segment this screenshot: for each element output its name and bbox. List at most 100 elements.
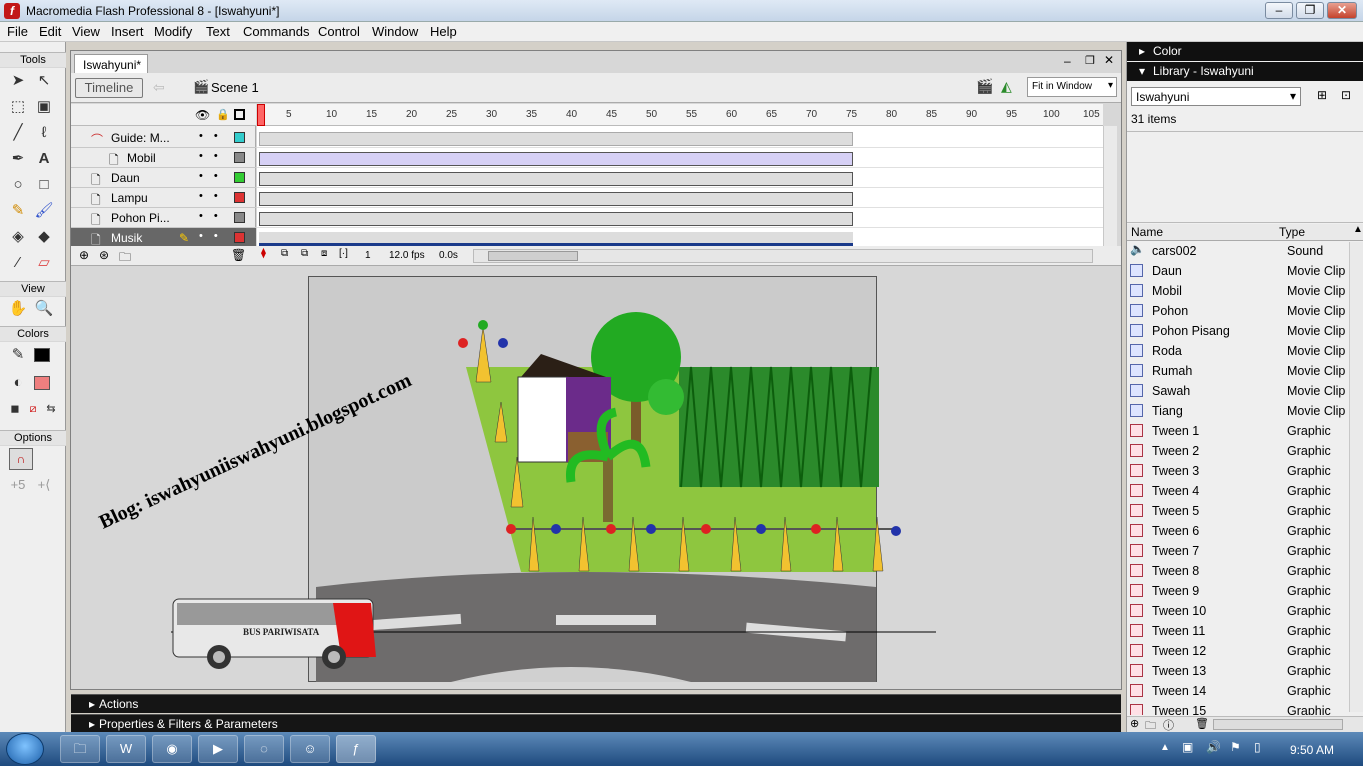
timeline-frames[interactable]: 5 10 15 20 25 30 35 40 45 50 55 60 65 70… [257,104,1103,248]
eyedropper-icon[interactable]: ⁄ [7,252,29,274]
list-item[interactable]: Tween 14 Graphic [1127,681,1349,701]
layer-color-swatch[interactable] [234,172,245,183]
frame-row[interactable] [257,168,1103,188]
scene-label[interactable]: Scene 1 [211,80,259,95]
eraser-icon[interactable]: ▱ [33,252,55,274]
column-type[interactable]: Type [1279,225,1305,239]
timeline-toggle-button[interactable]: Timeline [75,78,143,98]
timeline-hscrollbar[interactable] [473,249,1093,263]
properties-icon[interactable]: ⓘ [1163,717,1174,733]
stroke-color-swatch[interactable] [34,348,50,362]
text-tool-icon[interactable]: A [33,148,55,170]
start-button[interactable] [6,733,44,765]
chrome-icon[interactable]: ◉ [152,735,192,763]
frame-row[interactable] [257,128,1103,148]
doc-minimize-icon[interactable]: – [1064,54,1071,68]
fill-transform-icon[interactable]: ▣ [33,96,55,118]
frame-row[interactable] [257,148,1103,168]
minimize-button[interactable]: – [1265,2,1293,19]
list-item[interactable]: Daun Movie Clip [1127,261,1349,281]
stroke-color-icon[interactable]: ✎ [7,344,29,366]
action-center-icon[interactable]: ⚑ [1230,740,1241,754]
list-item[interactable]: Pohon Pisang Movie Clip [1127,321,1349,341]
list-item[interactable]: Mobil Movie Clip [1127,281,1349,301]
list-item[interactable]: Tween 4 Graphic [1127,481,1349,501]
brush-tool-icon[interactable]: 🖌 [33,200,55,222]
menu-file[interactable]: File [7,24,28,39]
pencil-tool-icon[interactable]: ✎ [7,200,29,222]
frame-rate[interactable]: 12.0 fps [389,250,425,261]
fill-color-swatch[interactable] [34,376,50,390]
add-layer-icon[interactable]: ⊕ [79,248,89,262]
menu-edit[interactable]: Edit [39,24,61,39]
color-panel-header[interactable]: ▸ Color [1127,42,1363,61]
document-tab[interactable]: Iswahyuni* [74,54,148,73]
list-item[interactable]: Sawah Movie Clip [1127,381,1349,401]
list-item[interactable]: Tween 15 Graphic [1127,701,1349,715]
outline-icon[interactable] [234,109,245,120]
list-item[interactable]: Tween 3 Graphic [1127,461,1349,481]
app-icon[interactable]: ◌ [244,735,284,763]
edit-symbols-icon[interactable]: ◭ [1001,78,1012,95]
edit-multiple-icon[interactable]: ⧈ [321,248,327,259]
menu-help[interactable]: Help [430,24,457,39]
free-transform-icon[interactable]: ⬚ [7,96,29,118]
trash-icon[interactable]: 🗑 [231,248,246,262]
actions-panel-bar[interactable]: ▸ Actions [71,694,1121,713]
swap-colors-icon[interactable]: ⇆ [40,398,62,420]
library-select[interactable]: Iswahyuni ▾ [1131,87,1301,106]
clock[interactable]: 9:50 AM [1290,743,1334,757]
list-item[interactable]: Tween 5 Graphic [1127,501,1349,521]
battery-icon[interactable]: ▯ [1254,740,1261,754]
layer-guide[interactable]: ⌒ Guide: M... •• [71,128,256,148]
frame-row[interactable] [257,188,1103,208]
selection-tool-icon[interactable]: ➤ [7,70,29,92]
sort-icon[interactable]: ▲ [1353,224,1363,235]
show-hidden-icons[interactable]: ▲ [1160,742,1170,753]
add-folder-icon[interactable]: 🗀 [119,248,131,269]
list-item[interactable]: Tween 2 Graphic [1127,441,1349,461]
layer-color-swatch[interactable] [234,152,245,163]
layer-musik[interactable]: 🗋 Musik ✎ •• [71,228,256,248]
menu-text[interactable]: Text [206,24,230,39]
flash-taskbar-icon[interactable]: ƒ [336,735,376,763]
ink-bottle-icon[interactable]: ◈ [7,226,29,248]
hand-tool-icon[interactable]: ✋ [7,298,29,320]
list-item[interactable]: Tween 8 Graphic [1127,561,1349,581]
close-button[interactable]: ✕ [1327,2,1357,19]
frame-row-audio[interactable] [257,228,1103,248]
delete-icon[interactable]: 🗑 [1195,717,1209,730]
list-item[interactable]: Tween 10 Graphic [1127,601,1349,621]
fill-color-icon[interactable]: ◐ [7,372,29,394]
onion-outline-icon[interactable]: ⧉ [301,248,308,259]
add-guide-icon[interactable]: ⊛ [99,248,109,262]
line-tool-icon[interactable]: ╱ [7,122,29,144]
snap-magnet-icon[interactable]: ∩ [9,448,33,470]
rectangle-tool-icon[interactable]: □ [33,174,55,196]
frame-row[interactable] [257,208,1103,228]
list-item[interactable]: Tween 9 Graphic [1127,581,1349,601]
word-icon[interactable]: W [106,735,146,763]
onion-skin-icon[interactable]: ⧉ [281,248,288,259]
lock-icon[interactable]: 🔒 [216,108,230,121]
library-scrollbar[interactable] [1349,242,1363,712]
properties-panel-bar[interactable]: ▸ Properties & Filters & Parameters [71,714,1121,733]
media-player-icon[interactable]: ▶ [198,735,238,763]
explorer-icon[interactable]: 🗀 [60,735,100,763]
list-item[interactable]: Tween 12 Graphic [1127,641,1349,661]
layer-color-swatch[interactable] [234,212,245,223]
zoom-tool-icon[interactable]: 🔍 [33,298,55,320]
center-frame-icon[interactable]: ⧫ [261,248,266,259]
lasso-tool-icon[interactable]: ℓ [33,122,55,144]
onion-markers-icon[interactable]: [·] [339,248,348,259]
new-library-icon[interactable]: ⊡ [1341,88,1351,102]
eye-icon[interactable]: 👁 [195,108,210,122]
layer-lampu[interactable]: 🗋 Lampu •• [71,188,256,208]
new-symbol-icon[interactable]: ⊕ [1130,717,1139,730]
menu-view[interactable]: View [72,24,100,39]
edit-scene-icon[interactable]: 🎬 [976,78,993,95]
layer-color-swatch[interactable] [234,132,245,143]
menu-commands[interactable]: Commands [243,24,309,39]
list-item[interactable]: Tween 6 Graphic [1127,521,1349,541]
doc-restore-icon[interactable]: ❐ [1085,54,1095,67]
